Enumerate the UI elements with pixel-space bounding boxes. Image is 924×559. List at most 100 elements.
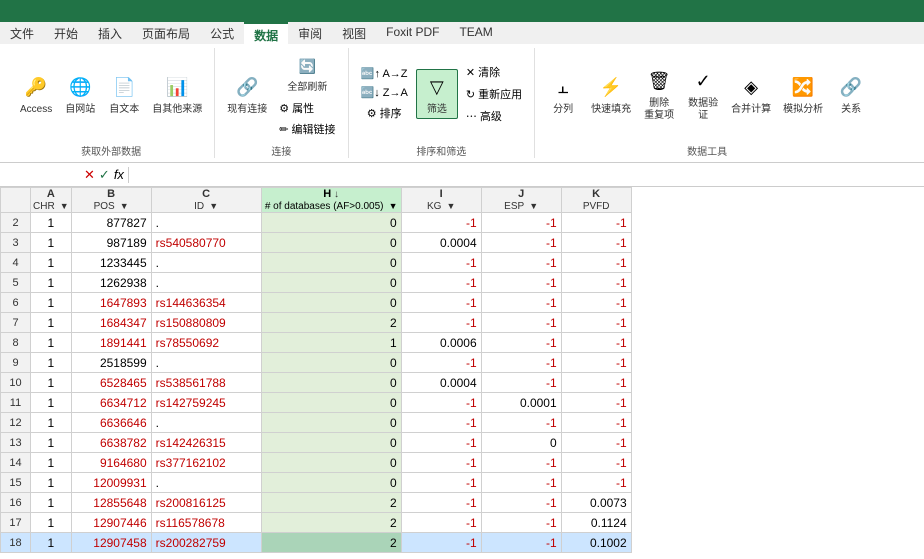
filter-btn-j[interactable]: ▼ bbox=[529, 201, 538, 211]
ribbon-tab-视图[interactable]: 视图 bbox=[332, 22, 376, 44]
cell-c-17[interactable]: rs116578678 bbox=[151, 513, 261, 533]
cell-b-11[interactable]: 6634712 bbox=[71, 393, 151, 413]
cell-j-16[interactable]: -1 bbox=[481, 493, 561, 513]
cell-j-8[interactable]: -1 bbox=[481, 333, 561, 353]
cell-h-7[interactable]: 2 bbox=[261, 313, 401, 333]
cell-b-10[interactable]: 6528465 bbox=[71, 373, 151, 393]
cell-k-13[interactable]: -1 bbox=[561, 433, 631, 453]
table-row[interactable]: 31987189rs54058077000.0004-1-1 bbox=[1, 233, 632, 253]
cell-a-3[interactable]: 1 bbox=[31, 233, 72, 253]
filter-btn-i[interactable]: ▼ bbox=[446, 201, 455, 211]
cell-j-17[interactable]: -1 bbox=[481, 513, 561, 533]
ribbon-tab-插入[interactable]: 插入 bbox=[88, 22, 132, 44]
cell-a-2[interactable]: 1 bbox=[31, 213, 72, 233]
sort-az-button[interactable]: 🔤↑ A→Z bbox=[357, 65, 412, 82]
cell-c-11[interactable]: rs142759245 bbox=[151, 393, 261, 413]
table-row[interactable]: 1016528465rs53856178800.0004-1-1 bbox=[1, 373, 632, 393]
cell-a-18[interactable]: 1 bbox=[31, 533, 72, 553]
table-row[interactable]: 1116634712rs1427592450-10.0001-1 bbox=[1, 393, 632, 413]
split-button[interactable]: ⫠ 分列 bbox=[543, 70, 583, 118]
cell-b-6[interactable]: 1647893 bbox=[71, 293, 151, 313]
cell-b-9[interactable]: 2518599 bbox=[71, 353, 151, 373]
cell-k-7[interactable]: -1 bbox=[561, 313, 631, 333]
cell-j-15[interactable]: -1 bbox=[481, 473, 561, 493]
cell-i-13[interactable]: -1 bbox=[401, 433, 481, 453]
cell-i-8[interactable]: 0.0006 bbox=[401, 333, 481, 353]
table-row[interactable]: 811891441rs7855069210.0006-1-1 bbox=[1, 333, 632, 353]
props-button[interactable]: ⚙ 属性 bbox=[275, 98, 339, 118]
cell-k-15[interactable]: -1 bbox=[561, 473, 631, 493]
cell-j-14[interactable]: -1 bbox=[481, 453, 561, 473]
cell-j-10[interactable]: -1 bbox=[481, 373, 561, 393]
cell-j-4[interactable]: -1 bbox=[481, 253, 561, 273]
cell-h-16[interactable]: 2 bbox=[261, 493, 401, 513]
cell-c-7[interactable]: rs150880809 bbox=[151, 313, 261, 333]
cancel-formula-icon[interactable]: ✕ bbox=[84, 167, 95, 183]
cell-k-6[interactable]: -1 bbox=[561, 293, 631, 313]
text-button[interactable]: 📄 自文本 bbox=[104, 70, 144, 118]
cell-b-3[interactable]: 987189 bbox=[71, 233, 151, 253]
cell-j-18[interactable]: -1 bbox=[481, 533, 561, 553]
cell-a-5[interactable]: 1 bbox=[31, 273, 72, 293]
cell-b-15[interactable]: 12009931 bbox=[71, 473, 151, 493]
cell-j-13[interactable]: 0 bbox=[481, 433, 561, 453]
table-row[interactable]: 411233445.0-1-1-1 bbox=[1, 253, 632, 273]
cell-c-3[interactable]: rs540580770 bbox=[151, 233, 261, 253]
cell-j-7[interactable]: -1 bbox=[481, 313, 561, 333]
col-header-i[interactable]: IKG ▼ bbox=[401, 188, 481, 213]
cell-i-18[interactable]: -1 bbox=[401, 533, 481, 553]
cell-a-17[interactable]: 1 bbox=[31, 513, 72, 533]
cell-b-5[interactable]: 1262938 bbox=[71, 273, 151, 293]
cell-c-13[interactable]: rs142426315 bbox=[151, 433, 261, 453]
edit-links-button[interactable]: ✏ 编辑链接 bbox=[275, 119, 339, 139]
table-row[interactable]: 18112907458rs2002827592-1-10.1002 bbox=[1, 533, 632, 553]
cell-k-11[interactable]: -1 bbox=[561, 393, 631, 413]
cell-k-9[interactable]: -1 bbox=[561, 353, 631, 373]
ribbon-tab-数据[interactable]: 数据 bbox=[244, 22, 288, 44]
cell-c-16[interactable]: rs200816125 bbox=[151, 493, 261, 513]
cell-b-2[interactable]: 877827 bbox=[71, 213, 151, 233]
ribbon-tab-文件[interactable]: 文件 bbox=[0, 22, 44, 44]
cell-b-13[interactable]: 6638782 bbox=[71, 433, 151, 453]
cell-i-11[interactable]: -1 bbox=[401, 393, 481, 413]
ribbon-tab-Foxit PDF[interactable]: Foxit PDF bbox=[376, 22, 449, 44]
cell-a-9[interactable]: 1 bbox=[31, 353, 72, 373]
col-header-j[interactable]: JESP ▼ bbox=[481, 188, 561, 213]
ribbon-tab-开始[interactable]: 开始 bbox=[44, 22, 88, 44]
cell-a-10[interactable]: 1 bbox=[31, 373, 72, 393]
access-button[interactable]: 🔑 Access bbox=[16, 70, 56, 118]
whatif-button[interactable]: 🔀 模拟分析 bbox=[779, 70, 827, 118]
refresh-all-button[interactable]: 🔄 全部刷新 bbox=[275, 48, 339, 96]
col-header-h[interactable]: H ↓ # of databases (AF>0.005) ▼ bbox=[261, 188, 401, 213]
cell-a-14[interactable]: 1 bbox=[31, 453, 72, 473]
cell-b-7[interactable]: 1684347 bbox=[71, 313, 151, 333]
cell-k-2[interactable]: -1 bbox=[561, 213, 631, 233]
cell-k-17[interactable]: 0.1124 bbox=[561, 513, 631, 533]
cell-b-18[interactable]: 12907458 bbox=[71, 533, 151, 553]
cell-k-5[interactable]: -1 bbox=[561, 273, 631, 293]
reapply-button[interactable]: ↻ 重新应用 bbox=[462, 84, 526, 104]
cell-i-4[interactable]: -1 bbox=[401, 253, 481, 273]
table-row[interactable]: 511262938.0-1-1-1 bbox=[1, 273, 632, 293]
cell-h-18[interactable]: 2 bbox=[261, 533, 401, 553]
table-row[interactable]: 711684347rs1508808092-1-1-1 bbox=[1, 313, 632, 333]
cell-k-4[interactable]: -1 bbox=[561, 253, 631, 273]
cell-c-12[interactable]: . bbox=[151, 413, 261, 433]
cell-c-14[interactable]: rs377162102 bbox=[151, 453, 261, 473]
cell-k-8[interactable]: -1 bbox=[561, 333, 631, 353]
col-header-b[interactable]: BPOS ▼ bbox=[71, 188, 151, 213]
cell-i-10[interactable]: 0.0004 bbox=[401, 373, 481, 393]
cell-h-14[interactable]: 0 bbox=[261, 453, 401, 473]
col-header-c[interactable]: CID ▼ bbox=[151, 188, 261, 213]
cell-j-6[interactable]: -1 bbox=[481, 293, 561, 313]
cell-j-11[interactable]: 0.0001 bbox=[481, 393, 561, 413]
cell-j-9[interactable]: -1 bbox=[481, 353, 561, 373]
cell-h-4[interactable]: 0 bbox=[261, 253, 401, 273]
col-header-a[interactable]: ACHR ▼ bbox=[31, 188, 72, 213]
cell-i-15[interactable]: -1 bbox=[401, 473, 481, 493]
cell-c-8[interactable]: rs78550692 bbox=[151, 333, 261, 353]
table-row[interactable]: 17112907446rs1165786782-1-10.1124 bbox=[1, 513, 632, 533]
table-row[interactable]: 1216636646.0-1-1-1 bbox=[1, 413, 632, 433]
table-row[interactable]: 21877827.0-1-1-1 bbox=[1, 213, 632, 233]
cell-a-12[interactable]: 1 bbox=[31, 413, 72, 433]
